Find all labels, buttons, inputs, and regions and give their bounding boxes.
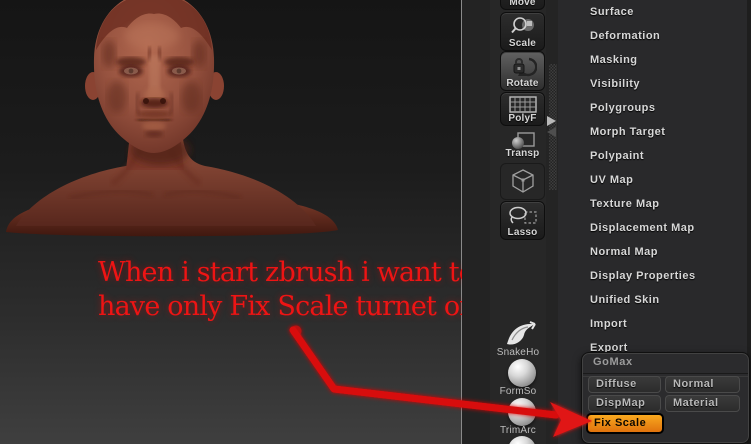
- annotation-line-2: have only Fix Scale turnet on: [98, 291, 477, 322]
- lasso-icon: [508, 206, 537, 224]
- sculpt-canvas[interactable]: When i start zbrush i want to have only …: [0, 0, 477, 444]
- trimarc-brush-button[interactable]: [508, 398, 536, 426]
- sculpt-model-bust: [6, 0, 338, 237]
- expand-right-icon[interactable]: [547, 116, 556, 126]
- snakehook-brush-label: SnakeHo: [496, 347, 540, 358]
- gomax-normal-button[interactable]: Normal: [665, 376, 740, 393]
- collapse-left-icon[interactable]: [547, 127, 556, 137]
- subpalette-menu: Surface Deformation Masking Visibility P…: [590, 1, 696, 361]
- scale-tool-button[interactable]: Scale: [500, 12, 545, 51]
- menu-item-polygroups[interactable]: Polygroups: [590, 97, 696, 121]
- transparency-tool-button[interactable]: Transp: [500, 128, 545, 161]
- magnifier-icon: [510, 17, 534, 34]
- annotation-line-1: When i start zbrush i want to: [98, 257, 475, 288]
- menu-item-uv-map[interactable]: UV Map: [590, 169, 696, 193]
- fix-scale-button[interactable]: Fix Scale: [586, 413, 664, 434]
- polyframe-tool-label: PolyF: [508, 113, 537, 124]
- gomax-panel-title: GoMax: [593, 356, 633, 368]
- formsoft-brush-button[interactable]: [508, 359, 536, 387]
- menu-item-deformation[interactable]: Deformation: [590, 25, 696, 49]
- menu-item-unified-skin[interactable]: Unified Skin: [590, 289, 696, 313]
- transparency-tool-label: Transp: [505, 148, 540, 159]
- gomax-material-button[interactable]: Material: [665, 395, 740, 412]
- annotation-text: When i start zbrush i want to have only …: [98, 256, 477, 324]
- menu-item-polypaint[interactable]: Polypaint: [590, 145, 696, 169]
- gomax-diffuse-button[interactable]: Diffuse: [588, 376, 661, 393]
- gomax-panel: GoMax Diffuse Normal DispMap Material Fi…: [581, 352, 750, 444]
- scale-tool-label: Scale: [508, 38, 537, 49]
- lasso-tool-label: Lasso: [507, 227, 538, 238]
- menu-item-displacement-map[interactable]: Displacement Map: [590, 217, 696, 241]
- menu-item-surface[interactable]: Surface: [590, 1, 696, 25]
- rotate-tool-label: Rotate: [506, 78, 539, 89]
- menu-item-texture-map[interactable]: Texture Map: [590, 193, 696, 217]
- perspective-tool-button[interactable]: [500, 163, 545, 200]
- menu-item-import[interactable]: Import: [590, 313, 696, 337]
- snakehook-brush-button[interactable]: [504, 318, 540, 348]
- menu-item-masking[interactable]: Masking: [590, 49, 696, 73]
- rotate-tool-button[interactable]: Rotate: [500, 51, 545, 91]
- polyframe-tool-button[interactable]: PolyF: [500, 92, 545, 126]
- menu-item-visibility[interactable]: Visibility: [590, 73, 696, 97]
- snakehook-brush-icon: [507, 321, 536, 345]
- menu-item-morph-target[interactable]: Morph Target: [590, 121, 696, 145]
- polyframe-grid-icon: [508, 96, 537, 113]
- lasso-tool-button[interactable]: Lasso: [500, 201, 545, 240]
- trimarc-brush-label: TrimArc: [499, 425, 537, 436]
- cube-icon: [511, 169, 534, 193]
- zbrush-window: When i start zbrush i want to have only …: [0, 0, 751, 444]
- move-tool-label: Move: [509, 0, 536, 8]
- formsoft-brush-label: FormSo: [499, 386, 537, 397]
- menu-item-normal-map[interactable]: Normal Map: [590, 241, 696, 265]
- move-tool-button[interactable]: Move: [500, 0, 545, 10]
- gomax-dispmap-button[interactable]: DispMap: [588, 395, 661, 412]
- menu-item-display-properties[interactable]: Display Properties: [590, 265, 696, 289]
- lock-rotate-icon: [513, 57, 537, 77]
